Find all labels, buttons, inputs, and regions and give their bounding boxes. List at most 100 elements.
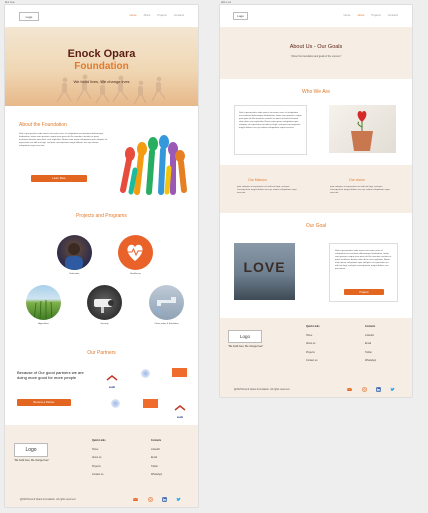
about-footer-contact-twitter[interactable]: Twitter [365,349,376,358]
about-footer-quick-links: Quick Links Home About us Projects Conta… [306,323,320,366]
footer-contact-email[interactable]: Email [151,454,162,463]
love-image: LOVE [234,243,295,300]
project-water-image[interactable] [149,285,184,320]
hero-tagline: We build lives, We change lives [73,79,130,84]
goal-card: Sed ut perspiciatis unde omnis iste natu… [329,243,398,302]
project-agriculture-label: Agriculture [38,323,49,325]
footer-contacts-heading: Contacts [151,439,162,442]
about-hero-title: About Us - Our Goals [289,44,343,50]
about-footer-copyright: @2023 Enock Opara Foundation. All rights… [234,388,290,391]
partner-logo-5 [143,399,158,408]
footer-link-about[interactable]: About us [92,454,106,463]
home-page-frame: Logo Home About Projects Contacts Enock … [5,5,198,507]
footer-contact-twitter[interactable]: Twitter [151,463,162,472]
partner-logo-3 [172,368,187,377]
about-heading: About the Foundation [19,122,67,128]
footer-contact-whatsapp[interactable]: WhatsApp [151,471,162,480]
nav-logo[interactable]: Logo [19,12,39,21]
become-partner-button[interactable]: Become a Partner [17,399,71,406]
about-footer-link-contact[interactable]: Contact us [306,357,320,366]
nav-home[interactable]: Home [130,14,137,17]
footer-quick-links: Quick Links Home About us Projects Conta… [92,437,106,480]
footer-contact-linkedin[interactable]: LinkedIn [151,446,162,455]
partners-heading: Our Partners [87,350,116,356]
footer-copyright: @2023 Enock Opara Foundation. All rights… [20,498,76,501]
project-security-image[interactable] [87,285,122,320]
hands-image [120,135,187,195]
footer-quick-links-heading: Quick Links [92,439,106,442]
about-instagram-icon[interactable] [362,387,367,392]
footer: Logo "We build lives, We change lives" Q… [5,425,198,507]
about-footer-link-about[interactable]: About us [306,340,320,349]
about-hero: About Us - Our Goals "About the foundati… [220,27,412,79]
partners-text: Because of Our good partners we are doin… [17,370,84,380]
learn-more-button[interactable]: Learn More [31,175,87,182]
project-water-label: Clean water & Sanitation [154,323,179,325]
nav-projects[interactable]: Projects [157,14,166,17]
project-healthcare-label: Healthcare [130,273,141,275]
vision-mission-section: Our Mission quia voluptas sit aspernatur… [220,165,412,213]
about-nav-logo[interactable]: Logo [233,12,248,20]
partner-logo-1: asahi [105,368,119,389]
mission-text: quia voluptas sit aspernatur aut odit au… [237,186,297,194]
who-card: Sed ut perspiciatis unde omnis iste natu… [234,105,307,155]
email-icon[interactable] [133,497,138,502]
about-email-icon[interactable] [347,387,352,392]
about-text: Sed ut perspiciatis unde omnis iste natu… [19,133,108,147]
about-footer-link-projects[interactable]: Projects [306,349,320,358]
love-image-text: LOVE [243,259,286,275]
goal-text: Sed ut perspiciatis unde omnis iste natu… [335,250,392,270]
about-footer-quick-links-heading: Quick Links [306,325,320,328]
heart-plant-image [329,105,396,153]
partner-logo-2 [141,369,150,378]
footer-link-contact[interactable]: Contact us [92,471,106,480]
about-footer-contacts-heading: Contacts [365,325,376,328]
about-footer-contact-email[interactable]: Email [365,340,376,349]
about-footer-tagline: "We build lives, We change lives" [228,345,264,348]
hero-subtitle: Foundation [74,61,129,72]
hero-banner: Enock Opara Foundation We build lives, W… [5,27,198,106]
about-page-frame: Logo Home About Projects Contacts About … [220,5,412,397]
project-education-image[interactable] [57,235,92,270]
who-text: Sed ut perspiciatis unde omnis iste natu… [239,112,302,129]
footer-logo[interactable]: Logo [14,443,48,457]
partner-logo-6-text: asahi [176,416,184,419]
linkedin-icon[interactable] [162,497,167,502]
about-nav-home[interactable]: Home [344,14,351,17]
about-navbar: Logo Home About Projects Contacts [220,5,412,25]
mission-heading: Our Mission [248,178,267,182]
project-security-label: Security [100,323,109,325]
about-footer-contact-whatsapp[interactable]: WhatsApp [365,357,376,366]
nav-links: Home About Projects Contacts [130,14,184,17]
partner-logo-1-text: asahi [108,386,116,389]
about-nav-projects[interactable]: Projects [371,14,380,17]
instagram-icon[interactable] [148,497,153,502]
twitter-icon[interactable] [176,497,181,502]
partner-logo-6: asahi [173,398,187,419]
about-nav-links: Home About Projects Contacts [344,14,398,17]
frame-label-about: About [221,0,232,4]
project-healthcare-image[interactable] [118,235,153,270]
nav-about[interactable]: About [144,14,151,17]
about-nav-contacts[interactable]: Contacts [388,14,398,17]
partner-logo-4 [111,399,120,408]
vision-text: quia voluptas sit aspernatur aut odit au… [330,186,390,194]
about-twitter-icon[interactable] [390,387,395,392]
vision-heading: Our vision [349,178,365,182]
footer-contacts: Contacts LinkedIn Email Twitter WhatsApp [151,437,162,480]
footer-link-home[interactable]: Home [92,446,106,455]
nav-contacts[interactable]: Contacts [174,14,184,17]
about-footer: Logo "We build lives, We change lives" Q… [220,318,412,397]
footer-tagline: "We build lives, We change lives" [14,459,50,462]
projects-button[interactable]: Projects [344,289,384,295]
footer-link-projects[interactable]: Projects [92,463,106,472]
about-nav-about[interactable]: About [358,14,365,17]
about-linkedin-icon[interactable] [376,387,381,392]
about-footer-contacts: Contacts LinkedIn Email Twitter WhatsApp [365,323,376,366]
project-agriculture-image[interactable] [26,285,61,320]
about-hero-subtitle: "About the foundation and goals of the c… [290,55,342,58]
project-education-label: Education [69,273,80,275]
about-footer-contact-linkedin[interactable]: LinkedIn [365,332,376,341]
about-footer-logo[interactable]: Logo [228,330,262,343]
about-footer-link-home[interactable]: Home [306,332,320,341]
